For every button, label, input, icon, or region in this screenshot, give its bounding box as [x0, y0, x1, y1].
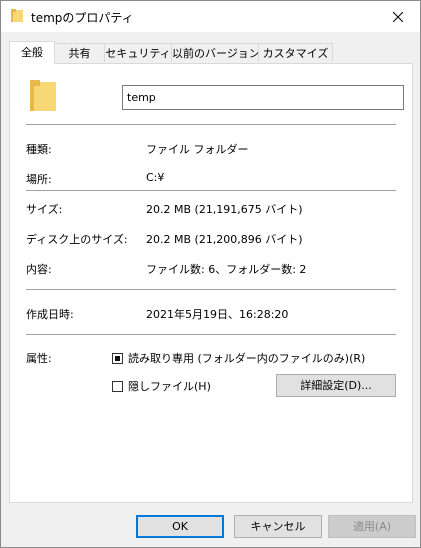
tab-sharing[interactable]: 共有	[54, 43, 105, 62]
location-label: 場所:	[26, 173, 52, 186]
separator	[26, 289, 396, 290]
checkbox-indeterminate-icon	[112, 352, 123, 364]
hidden-label: 隠しファイル(H)	[128, 380, 211, 393]
created-label: 作成日時:	[26, 308, 74, 321]
properties-dialog: tempのプロパティ 全般 共有 セキュリティ 以前のバージョン カスタマイズ …	[0, 0, 421, 548]
tab-security[interactable]: セキュリティ	[104, 43, 172, 62]
contents-value: ファイル数: 6、フォルダー数: 2	[146, 263, 307, 276]
general-tab-panel: 種類: ファイル フォルダー 場所: C:¥ サイズ: 20.2 MB (21,…	[9, 63, 413, 503]
advanced-button[interactable]: 詳細設定(D)...	[276, 374, 396, 397]
title-bar: tempのプロパティ	[1, 1, 420, 32]
close-button[interactable]	[376, 1, 420, 32]
folder-name-input[interactable]	[122, 85, 404, 110]
hidden-checkbox[interactable]: 隠しファイル(H)	[112, 378, 211, 394]
type-value: ファイル フォルダー	[146, 143, 249, 156]
tab-customize[interactable]: カスタマイズ	[258, 43, 333, 62]
disk-size-value: 20.2 MB (21,200,896 バイト)	[146, 233, 303, 246]
close-icon	[393, 11, 403, 22]
size-value: 20.2 MB (21,191,675 バイト)	[146, 203, 303, 216]
cancel-button[interactable]: キャンセル	[234, 515, 322, 538]
separator	[26, 190, 396, 191]
tab-general[interactable]: 全般	[9, 41, 55, 64]
folder-icon	[11, 9, 23, 22]
readonly-checkbox[interactable]: 読み取り専用 (フォルダー内のファイルのみ)(R)	[112, 350, 365, 366]
size-label: サイズ:	[26, 203, 63, 216]
separator	[26, 124, 396, 125]
apply-button[interactable]: 適用(A)	[328, 515, 416, 538]
contents-label: 内容:	[26, 263, 52, 276]
window-title: tempのプロパティ	[31, 11, 134, 25]
attributes-label: 属性:	[26, 352, 52, 365]
ok-button[interactable]: OK	[136, 515, 224, 538]
disk-size-label: ディスク上のサイズ:	[26, 233, 128, 246]
location-value: C:¥	[146, 171, 165, 184]
folder-icon	[30, 80, 56, 111]
readonly-label: 読み取り専用 (フォルダー内のファイルのみ)(R)	[128, 352, 366, 365]
created-value: 2021年5月19日、16:28:20	[146, 308, 289, 321]
tab-previous-versions[interactable]: 以前のバージョン	[171, 43, 260, 62]
separator	[26, 334, 396, 335]
checkbox-unchecked-icon	[112, 380, 123, 392]
type-label: 種類:	[26, 143, 52, 156]
